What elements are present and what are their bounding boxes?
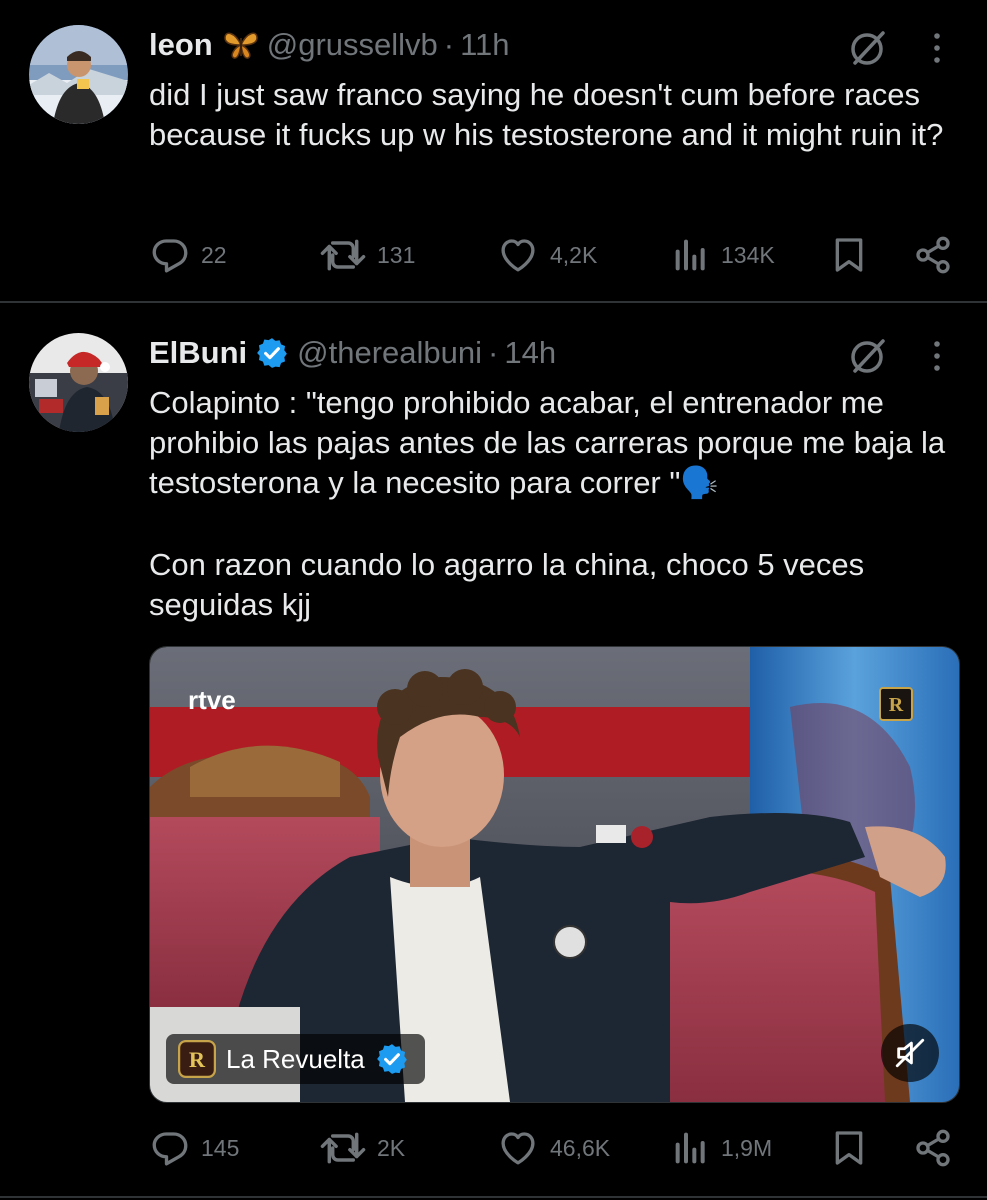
views-button[interactable]: 134K <box>671 233 775 277</box>
tweet-divider <box>0 1196 987 1198</box>
verified-badge-icon <box>376 1044 407 1074</box>
reply-button[interactable]: 145 <box>149 1126 239 1170</box>
show-badge-icon: R <box>879 687 913 726</box>
tweet-time[interactable]: 11h <box>460 27 509 63</box>
like-button[interactable]: 46,6K <box>496 1126 610 1170</box>
like-button[interactable]: 4,2K <box>496 233 597 277</box>
tweet-actions: 22 131 4,2K 134K <box>149 233 959 277</box>
author-name[interactable]: ElBuni <box>149 335 247 371</box>
butterfly-emoji-icon <box>223 30 259 60</box>
grok-icon[interactable] <box>848 28 888 68</box>
like-icon <box>501 1132 535 1165</box>
video-source-name: La Revuelta <box>226 1043 365 1074</box>
retweet-icon <box>320 239 366 271</box>
svg-text:R: R <box>889 694 904 716</box>
verified-badge-icon <box>255 336 289 370</box>
mute-icon <box>895 1038 925 1068</box>
author-name[interactable]: leon <box>149 27 213 63</box>
bookmark-icon <box>835 1131 863 1165</box>
bookmark-icon <box>835 238 863 272</box>
separator-dot: · <box>488 335 499 370</box>
mute-button[interactable] <box>881 1024 939 1082</box>
reply-count: 22 <box>201 242 227 268</box>
reply-button[interactable]: 22 <box>149 233 227 277</box>
retweet-count: 131 <box>377 242 416 268</box>
svg-text:R: R <box>189 1047 206 1072</box>
source-avatar-icon: R <box>178 1040 216 1078</box>
retweet-icon <box>320 1132 366 1164</box>
tweet-header: ElBuni @therealbuni · 14h <box>149 331 556 375</box>
like-icon <box>501 239 535 272</box>
reply-icon <box>152 239 188 273</box>
more-icon[interactable] <box>927 28 947 68</box>
tweet-time[interactable]: 14h <box>504 335 556 371</box>
avatar-leon[interactable] <box>29 25 128 124</box>
views-count: 134K <box>721 242 775 268</box>
share-button[interactable] <box>913 233 963 277</box>
tweet-text-paragraph-2: Con razon cuando lo agarro la china, cho… <box>149 547 873 622</box>
tweet-header: leon @grussellvb · 11h <box>149 23 510 67</box>
views-button[interactable]: 1,9M <box>671 1126 772 1170</box>
retweet-button[interactable]: 131 <box>319 233 415 277</box>
tweet-2[interactable]: ElBuni @therealbuni · 14h Colapinto : "t… <box>0 303 987 1193</box>
tweet-text: did I just saw franco saying he doesn't … <box>149 77 944 152</box>
separator-dot: · <box>443 27 455 62</box>
more-icon[interactable] <box>927 336 947 376</box>
share-icon <box>916 236 950 274</box>
share-icon <box>916 1129 950 1167</box>
tweet-1[interactable]: leon @grussellvb · 11h did I just saw fr… <box>0 0 987 302</box>
channel-logo: rtve <box>188 685 236 715</box>
share-button[interactable] <box>913 1126 963 1170</box>
video-source-label[interactable]: R La Revuelta <box>166 1034 425 1084</box>
retweet-count: 2K <box>377 1135 406 1161</box>
reply-count: 145 <box>201 1135 240 1161</box>
author-handle[interactable]: @grussellvb <box>267 27 438 63</box>
retweet-button[interactable]: 2K <box>319 1126 405 1170</box>
views-count: 1,9M <box>721 1135 773 1161</box>
like-count: 4,2K <box>550 242 598 268</box>
bookmark-button[interactable] <box>829 233 879 277</box>
tweet-actions: 145 2K 46,6K 1,9M <box>149 1126 959 1170</box>
video-player[interactable]: rtve R R La Revuelta <box>149 646 960 1103</box>
like-count: 46,6K <box>550 1135 611 1161</box>
grok-icon[interactable] <box>848 336 888 376</box>
author-handle[interactable]: @therealbuni <box>297 335 482 371</box>
avatar-elbuni[interactable] <box>29 333 128 432</box>
views-icon <box>675 1132 705 1164</box>
bookmark-button[interactable] <box>829 1126 879 1170</box>
views-icon <box>675 239 705 271</box>
tweet-text-paragraph-1: Colapinto : "tengo prohibido acabar, el … <box>149 385 954 500</box>
reply-icon <box>152 1132 188 1166</box>
